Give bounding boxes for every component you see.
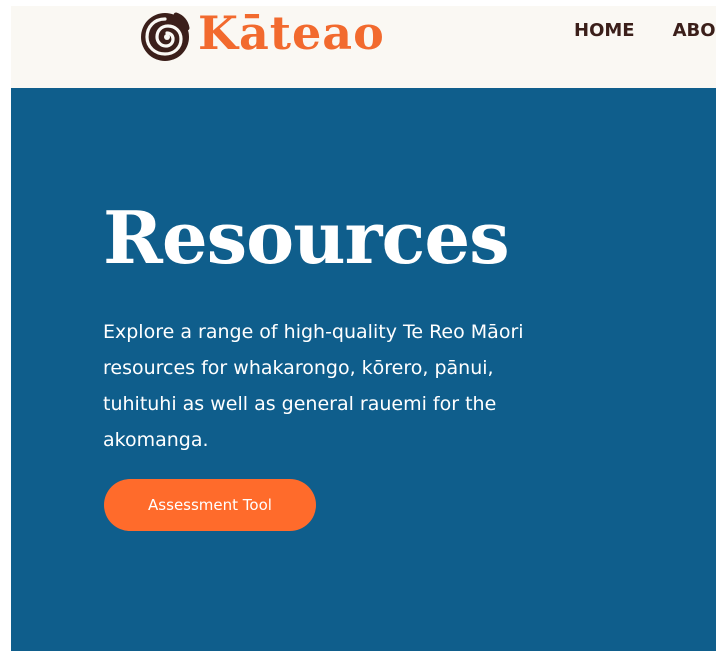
page-title: Resources [103,195,510,280]
main-nav: HOME ABOU [574,20,716,41]
page: Kāteao HOME ABOU Resources Explore a ran… [0,0,716,651]
nav-home[interactable]: HOME [574,20,635,41]
nav-about[interactable]: ABOU [673,20,716,41]
brand-logo[interactable]: Kāteao [138,6,385,64]
hero-description: Explore a range of high-quality Te Reo M… [103,321,524,451]
assessment-tool-button[interactable]: Assessment Tool [104,479,316,531]
hero-section: Resources Explore a range of high-qualit… [11,88,716,651]
site-header: Kāteao HOME ABOU [11,6,716,88]
brand-name: Kāteao [198,6,385,60]
koru-spiral-icon [141,12,190,61]
